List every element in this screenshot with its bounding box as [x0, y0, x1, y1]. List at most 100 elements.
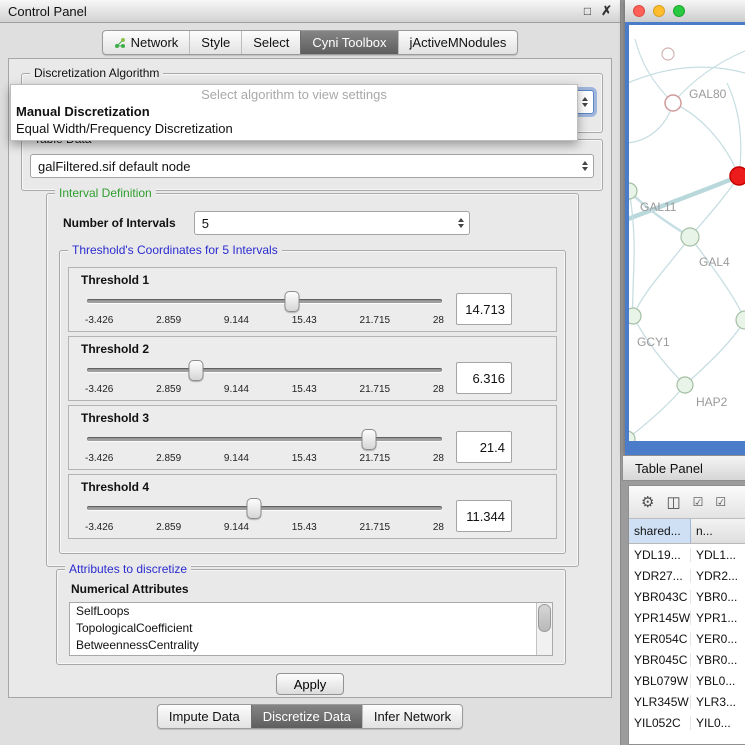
threshold-1-slider[interactable]: -3.426 2.859 9.144 15.43 21.715 28: [85, 289, 444, 329]
tab-select[interactable]: Select: [241, 31, 300, 54]
unselect-all-icon[interactable]: ☑: [715, 496, 726, 508]
threshold-4-value-field[interactable]: 11.344: [456, 500, 512, 532]
network-node[interactable]: [662, 48, 674, 60]
tab-label: Select: [253, 35, 289, 50]
cell[interactable]: YDR2...: [691, 569, 745, 583]
cell[interactable]: YER054C: [629, 632, 691, 646]
show-columns-icon[interactable]: ◫: [666, 495, 680, 510]
tab-impute-data[interactable]: Impute Data: [158, 705, 251, 728]
network-edge[interactable]: [633, 237, 690, 316]
list-item[interactable]: TopologicalCoefficient: [70, 620, 536, 637]
network-edge[interactable]: [629, 385, 685, 439]
table-panel-titlebar: Table Panel: [622, 455, 745, 481]
cell[interactable]: YLR345W: [629, 695, 691, 709]
cell[interactable]: YIL0...: [691, 716, 745, 730]
zoom-traffic-light[interactable]: [673, 5, 685, 17]
tab-jactivemnodules[interactable]: jActiveMNodules: [398, 31, 518, 54]
network-view-frame: GAL80 GAL11 GAL4 GCY1 HAP2: [625, 22, 745, 455]
slider-thumb[interactable]: [246, 498, 261, 519]
tab-infer-network[interactable]: Infer Network: [362, 705, 462, 728]
table-row[interactable]: YBR045CYBR0...: [629, 649, 745, 670]
threshold-4-slider[interactable]: -3.426 2.859 9.144 15.43 21.715 28: [85, 496, 444, 536]
tab-discretize-data[interactable]: Discretize Data: [251, 705, 362, 728]
threshold-2-slider[interactable]: -3.426 2.859 9.144 15.43 21.715 28: [85, 358, 444, 398]
cell[interactable]: YBR045C: [629, 653, 691, 667]
network-edge[interactable]: [727, 83, 741, 176]
table-panel-window: ⚙ ◫ ☑ ☑ shared... n... YDL19...YDL1... Y…: [628, 485, 745, 745]
table-row[interactable]: YDL19...YDL1...: [629, 544, 745, 565]
table-data-combobox[interactable]: galFiltered.sif default node: [30, 154, 594, 178]
table-row[interactable]: YBR043CYBR0...: [629, 586, 745, 607]
network-edge[interactable]: [685, 320, 745, 385]
tab-cyni-toolbox[interactable]: Cyni Toolbox: [300, 31, 397, 54]
num-intervals-combobox[interactable]: 5: [194, 211, 470, 235]
node-label-gcy1: GCY1: [637, 335, 670, 349]
column-header-shared-name[interactable]: shared...: [629, 519, 691, 543]
cell[interactable]: YBL079W: [629, 674, 691, 688]
cell[interactable]: YPR145W: [629, 611, 691, 625]
tab-network[interactable]: Network: [103, 31, 190, 54]
tab-style[interactable]: Style: [189, 31, 241, 54]
table-row[interactable]: YDR27...YDR2...: [629, 565, 745, 586]
cell[interactable]: YER0...: [691, 632, 745, 646]
table-row[interactable]: YLR345WYLR3...: [629, 691, 745, 712]
table-row[interactable]: YBL079WYBL0...: [629, 670, 745, 691]
slider-tick-labels: -3.426 2.859 9.144 15.43 21.715 28: [85, 522, 444, 533]
network-edge[interactable]: [673, 103, 739, 176]
network-node[interactable]: [736, 311, 745, 329]
cell[interactable]: YBR043C: [629, 590, 691, 604]
dropdown-option-equal-width-frequency[interactable]: Equal Width/Frequency Discretization: [11, 120, 577, 137]
cell[interactable]: YLR3...: [691, 695, 745, 709]
network-edge[interactable]: [629, 67, 745, 85]
float-window-icon[interactable]: □: [584, 4, 591, 18]
minimize-traffic-light[interactable]: [653, 5, 665, 17]
cell[interactable]: YDL1...: [691, 548, 745, 562]
scrollbar-thumb[interactable]: [538, 604, 551, 632]
tick-label: 9.144: [224, 522, 249, 533]
tick-label: 15.43: [292, 384, 317, 395]
network-node[interactable]: [629, 431, 635, 441]
network-node-gal80[interactable]: [665, 95, 681, 111]
control-panel-titlebar: Control Panel □ ✗: [0, 0, 620, 23]
table-row[interactable]: YPR145WYPR1...: [629, 607, 745, 628]
table-row[interactable]: YER054CYER0...: [629, 628, 745, 649]
select-all-icon[interactable]: ☑: [693, 496, 704, 508]
list-item[interactable]: BetweennessCentrality: [70, 637, 536, 654]
network-node-red[interactable]: [730, 167, 745, 185]
cell[interactable]: YBL0...: [691, 674, 745, 688]
cell[interactable]: YBR0...: [691, 590, 745, 604]
cell[interactable]: YBR0...: [691, 653, 745, 667]
cell[interactable]: YDR27...: [629, 569, 691, 583]
network-edge[interactable]: [690, 237, 745, 320]
cell[interactable]: YPR1...: [691, 611, 745, 625]
threshold-3-value-field[interactable]: 21.4: [456, 431, 512, 463]
network-node-gcy1[interactable]: [629, 308, 641, 324]
slider-thumb[interactable]: [285, 291, 300, 312]
list-item[interactable]: SelfLoops: [70, 603, 536, 620]
table-panel-title: Table Panel: [635, 461, 703, 476]
control-panel-window: Control Panel □ ✗ Network Style: [0, 0, 621, 745]
network-edge[interactable]: [629, 191, 634, 316]
network-edge[interactable]: [633, 316, 685, 385]
threshold-1-value-field[interactable]: 14.713: [456, 293, 512, 325]
table-toolbar: ⚙ ◫ ☑ ☑: [629, 486, 745, 519]
group-title: Interval Definition: [55, 186, 156, 200]
threshold-3-slider[interactable]: -3.426 2.859 9.144 15.43 21.715 28: [85, 427, 444, 467]
column-header-name[interactable]: n...: [691, 519, 745, 543]
table-settings-gear-icon[interactable]: ⚙: [641, 495, 654, 510]
slider-thumb[interactable]: [361, 429, 376, 450]
dropdown-option-manual-discretization[interactable]: Manual Discretization: [11, 103, 577, 120]
cell[interactable]: YIL052C: [629, 716, 691, 730]
close-window-icon[interactable]: ✗: [601, 3, 612, 19]
close-traffic-light[interactable]: [633, 5, 645, 17]
cell[interactable]: YDL19...: [629, 548, 691, 562]
threshold-2-value-field[interactable]: 6.316: [456, 362, 512, 394]
network-node-hap2[interactable]: [677, 377, 693, 393]
table-row[interactable]: YIL052CYIL0...: [629, 712, 745, 733]
network-canvas[interactable]: GAL80 GAL11 GAL4 GCY1 HAP2: [629, 25, 745, 441]
slider-thumb[interactable]: [189, 360, 204, 381]
network-edge[interactable]: [629, 103, 673, 143]
list-scrollbar[interactable]: [536, 603, 552, 655]
apply-button[interactable]: Apply: [276, 673, 344, 695]
network-node-gal4[interactable]: [681, 228, 699, 246]
